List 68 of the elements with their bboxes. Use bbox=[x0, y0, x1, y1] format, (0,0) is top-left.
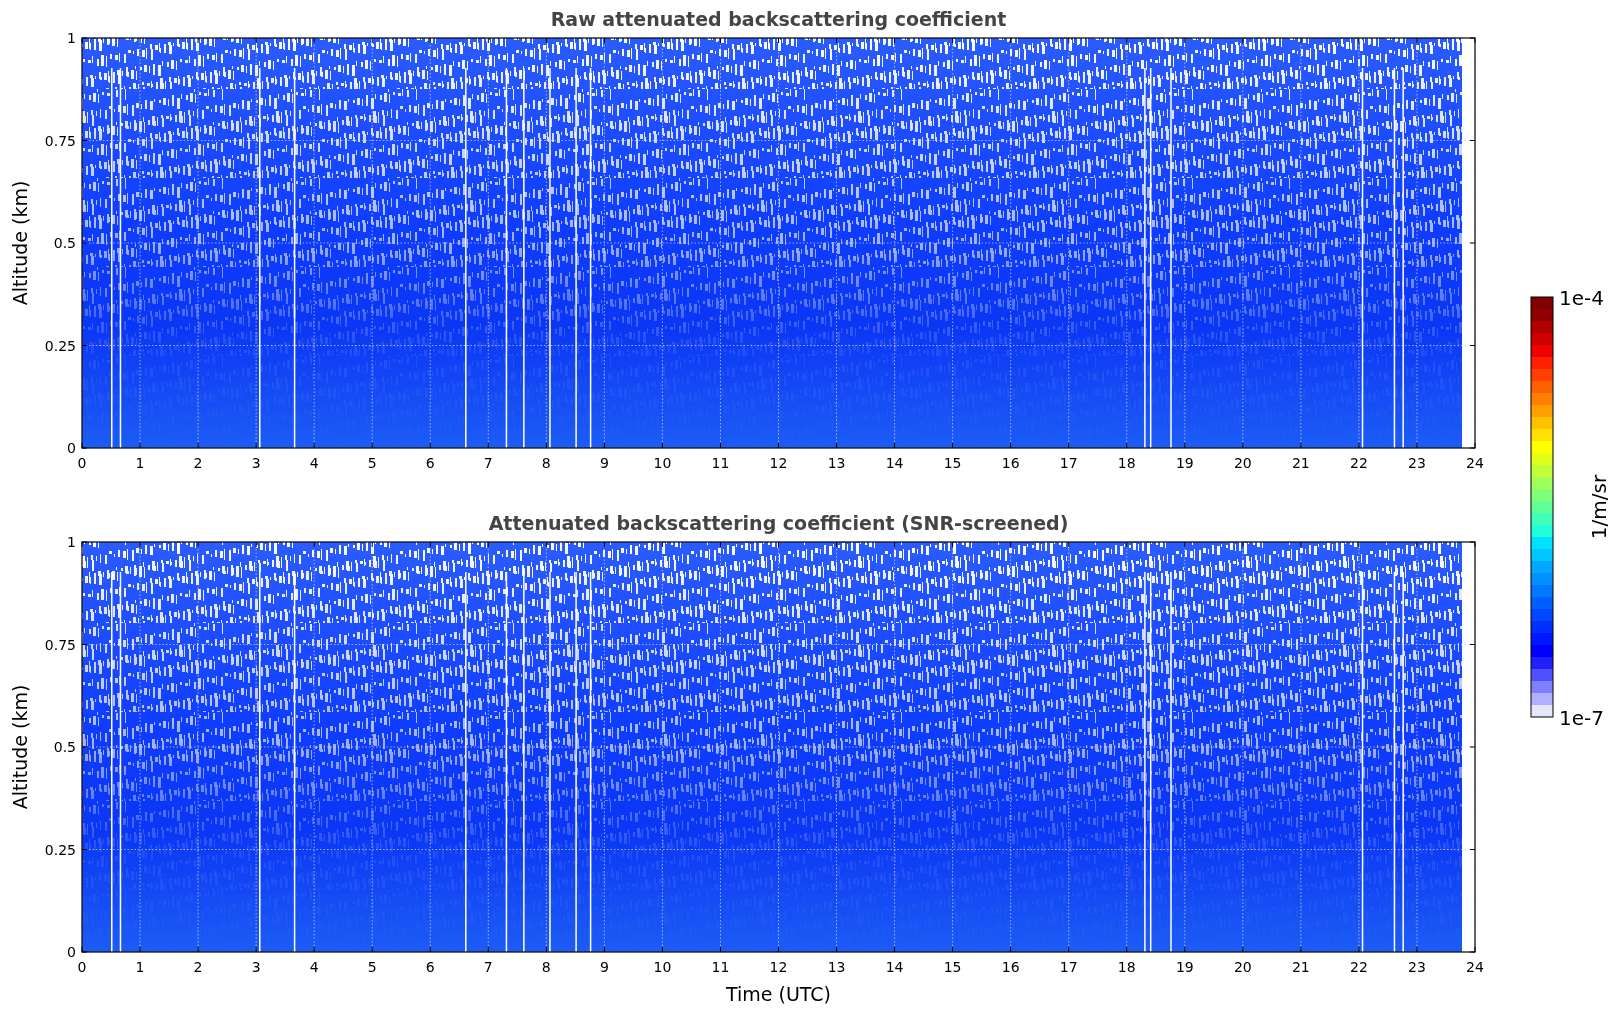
x-tick-label: 23 bbox=[1408, 959, 1426, 975]
x-tick-label: 3 bbox=[251, 455, 261, 471]
x-tick-label: 14 bbox=[885, 959, 904, 975]
y-axis-label: Altitude (km) bbox=[9, 180, 31, 306]
x-tick-label: 11 bbox=[711, 959, 730, 975]
x-tick-label: 23 bbox=[1408, 455, 1426, 471]
y-tick-label: 0.75 bbox=[44, 132, 76, 149]
x-tick-label: 24 bbox=[1466, 455, 1484, 471]
x-tick-label: 6 bbox=[425, 455, 435, 471]
y-tick-label: 0.5 bbox=[53, 739, 76, 755]
colorbar-max-label: 1e-4 bbox=[1559, 286, 1604, 310]
x-tick-label: 10 bbox=[653, 455, 672, 471]
y-tick-label: 0 bbox=[67, 440, 76, 456]
y-tick-label: 1 bbox=[67, 30, 76, 46]
y-tick-label: 1 bbox=[67, 534, 76, 550]
x-tick-label: 9 bbox=[599, 455, 609, 471]
x-tick-label: 8 bbox=[541, 959, 551, 975]
y-tick-label: 0 bbox=[67, 944, 76, 960]
x-tick-label: 15 bbox=[943, 455, 962, 471]
x-tick-label: 11 bbox=[711, 455, 730, 471]
x-tick-label: 12 bbox=[769, 455, 788, 471]
x-tick-label: 15 bbox=[943, 959, 962, 975]
x-tick-label: 3 bbox=[251, 959, 261, 975]
x-tick-label: 18 bbox=[1117, 959, 1136, 975]
x-tick-label: 24 bbox=[1466, 959, 1484, 975]
x-tick-label: 5 bbox=[367, 959, 377, 975]
x-tick-label: 0 bbox=[77, 455, 87, 471]
x-tick-label: 20 bbox=[1233, 455, 1252, 471]
x-tick-label: 1 bbox=[135, 455, 145, 471]
y-tick-label: 0.25 bbox=[44, 337, 76, 354]
x-tick-label: 7 bbox=[483, 959, 493, 975]
y-tick-label: 0.25 bbox=[44, 841, 76, 858]
x-tick-label: 5 bbox=[367, 455, 377, 471]
x-tick-label: 13 bbox=[827, 959, 846, 975]
x-tick-label: 4 bbox=[309, 959, 319, 975]
plot-title: Raw attenuated backscattering coefficient bbox=[550, 8, 1007, 30]
y-tick-label: 0.5 bbox=[53, 235, 76, 251]
y-tick-label: 0.75 bbox=[44, 636, 76, 653]
x-tick-label: 14 bbox=[885, 455, 904, 471]
x-tick-label: 9 bbox=[599, 959, 609, 975]
x-tick-label: 19 bbox=[1175, 959, 1194, 975]
x-tick-label: 19 bbox=[1175, 455, 1194, 471]
plot-title: Attenuated backscattering coefficient (SNR-screened) bbox=[488, 512, 1069, 534]
x-tick-label: 18 bbox=[1117, 455, 1136, 471]
x-axis-label: Time (UTC) bbox=[726, 983, 831, 1005]
x-tick-label: 0 bbox=[77, 959, 87, 975]
x-tick-label: 16 bbox=[1001, 959, 1020, 975]
x-tick-label: 17 bbox=[1059, 959, 1078, 975]
x-tick-label: 6 bbox=[425, 959, 435, 975]
x-tick-label: 21 bbox=[1291, 959, 1310, 975]
x-tick-label: 12 bbox=[769, 959, 788, 975]
x-tick-label: 22 bbox=[1350, 455, 1368, 471]
x-tick-label: 2 bbox=[193, 959, 203, 975]
x-tick-label: 17 bbox=[1059, 455, 1078, 471]
x-tick-label: 1 bbox=[135, 959, 145, 975]
x-tick-label: 21 bbox=[1291, 455, 1310, 471]
x-tick-label: 7 bbox=[483, 455, 493, 471]
x-tick-label: 20 bbox=[1233, 959, 1252, 975]
x-tick-label: 13 bbox=[827, 455, 846, 471]
x-tick-label: 22 bbox=[1350, 959, 1368, 975]
colorbar-min-label: 1e-7 bbox=[1559, 706, 1604, 730]
x-tick-label: 2 bbox=[193, 455, 203, 471]
x-tick-label: 8 bbox=[541, 455, 551, 471]
y-axis-label: Altitude (km) bbox=[9, 684, 31, 810]
colorbar-label: 1/m/sr bbox=[1587, 474, 1611, 540]
x-tick-label: 10 bbox=[653, 959, 672, 975]
x-tick-label: 4 bbox=[309, 455, 319, 471]
x-tick-label: 16 bbox=[1001, 455, 1020, 471]
